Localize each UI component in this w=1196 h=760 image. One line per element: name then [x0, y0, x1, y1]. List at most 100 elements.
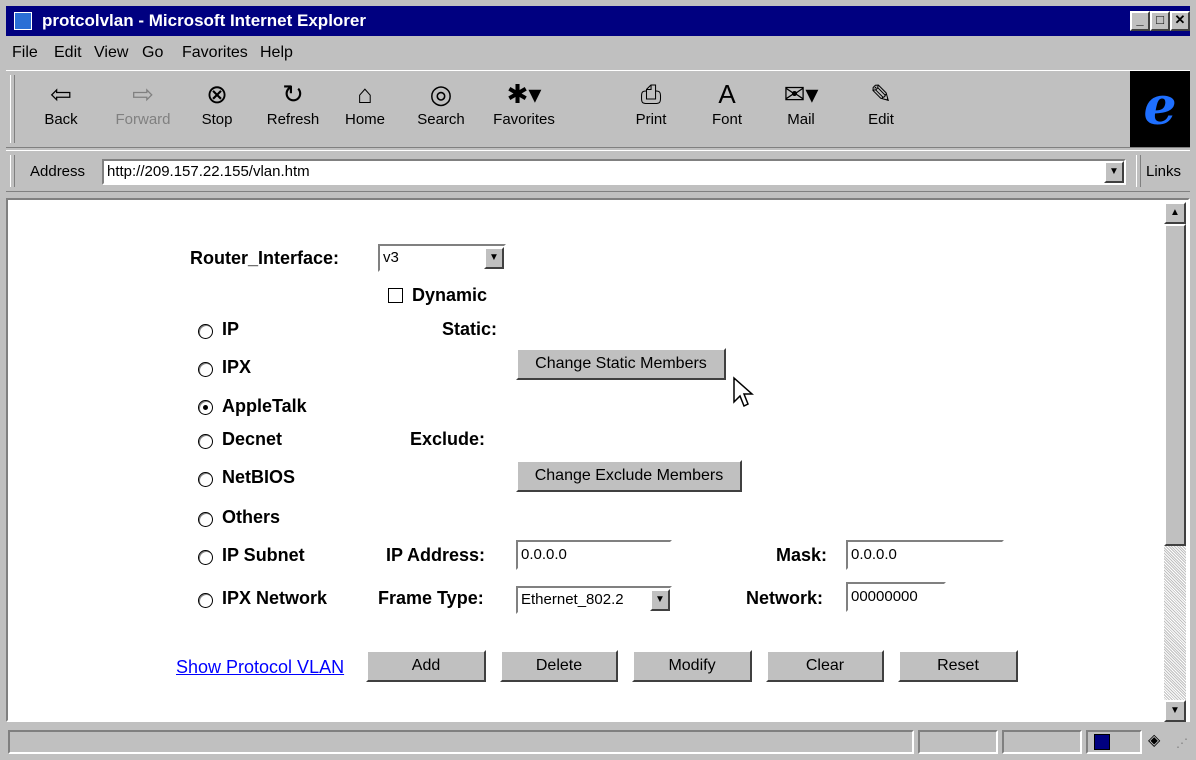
- edit-button[interactable]: ✎ Edit: [846, 77, 916, 143]
- protocol-label-netbios: NetBIOS: [222, 467, 296, 487]
- close-button[interactable]: ✕: [1170, 11, 1190, 31]
- add-button[interactable]: Add: [366, 650, 486, 682]
- frame-type-label: Frame Type:: [378, 588, 484, 608]
- security-zone-pane: [1086, 730, 1142, 754]
- ie-logo-icon: e: [1130, 71, 1190, 147]
- favorites-button[interactable]: ✱▾ Favorites: [482, 77, 566, 143]
- favorites-icon: ✱▾: [506, 79, 542, 109]
- router-interface-label: Router_Interface:: [190, 248, 340, 268]
- page-content: Router_Interface: v3 ▼ Dynamic IP Static…: [10, 202, 1168, 722]
- network-field[interactable]: 00000000: [846, 582, 946, 612]
- address-dropdown-button[interactable]: ▼: [1104, 161, 1124, 183]
- page-viewport: Router_Interface: v3 ▼ Dynamic IP Static…: [6, 198, 1190, 722]
- vertical-scrollbar[interactable]: ▲ ▼: [1164, 202, 1186, 722]
- menu-edit[interactable]: Edit: [54, 44, 82, 62]
- home-icon: ⌂: [357, 79, 373, 109]
- title-bar[interactable]: protcolvlan - Microsoft Internet Explore…: [6, 6, 1190, 36]
- modify-button[interactable]: Modify: [632, 650, 752, 682]
- maximize-button[interactable]: □: [1150, 11, 1170, 31]
- chevron-down-icon[interactable]: ▼: [650, 589, 670, 611]
- stop-icon: ⊗: [206, 79, 228, 109]
- protocol-label-appletalk: AppleTalk: [222, 396, 307, 416]
- address-input[interactable]: http://209.157.22.155/vlan.htm ▼: [102, 159, 1126, 185]
- radio-netbios[interactable]: [198, 472, 213, 487]
- ip-address-label: IP Address:: [386, 545, 486, 565]
- chevron-down-icon[interactable]: ▼: [484, 247, 504, 269]
- toolbar: ⇦ Back ⇨ Forward ⊗ Stop ↻ Refresh ⌂ Home ◎ Sea…: [6, 70, 1190, 148]
- forward-arrow-icon: ⇨: [132, 79, 154, 109]
- mouse-cursor-icon: [733, 376, 754, 408]
- menu-view[interactable]: View: [94, 44, 128, 62]
- exclude-label: Exclude:: [410, 429, 486, 449]
- change-static-members-button[interactable]: Change Static Members: [516, 348, 726, 380]
- status-text-pane: [8, 730, 914, 754]
- refresh-icon: ↻: [282, 79, 304, 109]
- links-button[interactable]: Links: [1146, 163, 1181, 180]
- delete-button[interactable]: Delete: [500, 650, 618, 682]
- protocol-label-ip-subnet: IP Subnet: [222, 545, 305, 565]
- radio-ipx-network[interactable]: [198, 593, 213, 608]
- status-pane-3: [1002, 730, 1082, 754]
- static-label: Static:: [442, 319, 498, 339]
- scroll-thumb[interactable]: [1164, 224, 1186, 546]
- protocol-label-ipx: IPX: [222, 357, 252, 377]
- scroll-down-button[interactable]: ▼: [1164, 700, 1186, 722]
- back-button[interactable]: ⇦ Back: [26, 77, 96, 143]
- toolbar-grip[interactable]: [10, 75, 15, 143]
- back-arrow-icon: ⇦: [50, 79, 72, 109]
- menu-help[interactable]: Help: [260, 44, 293, 62]
- protocol-label-ipx-network: IPX Network: [222, 588, 328, 608]
- show-protocol-vlan-link[interactable]: Show Protocol VLAN: [176, 657, 344, 678]
- menu-bar: File Edit View Go Favorites Help: [6, 38, 1190, 68]
- address-bar: Address http://209.157.22.155/vlan.htm ▼…: [6, 150, 1190, 192]
- mask-field[interactable]: 0.0.0.0: [846, 540, 1004, 570]
- links-grip[interactable]: [1136, 155, 1141, 187]
- print-button[interactable]: ⎙ Print: [616, 77, 686, 143]
- address-grip[interactable]: [10, 155, 15, 187]
- protocol-label-others: Others: [222, 507, 281, 527]
- radio-ipx[interactable]: [198, 362, 213, 377]
- scroll-up-button[interactable]: ▲: [1164, 202, 1186, 224]
- protocol-label-decnet: Decnet: [222, 429, 283, 449]
- search-button[interactable]: ◎ Search: [406, 77, 476, 143]
- home-button[interactable]: ⌂ Home: [330, 77, 400, 143]
- change-exclude-members-button[interactable]: Change Exclude Members: [516, 460, 742, 492]
- internet-zone-icon: ◈: [1148, 732, 1161, 749]
- resize-grip-icon[interactable]: ⋰: [1176, 736, 1188, 750]
- network-label: Network:: [746, 588, 824, 608]
- protocol-label-ip: IP: [222, 319, 240, 339]
- minimize-button[interactable]: _: [1130, 11, 1150, 31]
- forward-button[interactable]: ⇨ Forward: [108, 77, 178, 143]
- dynamic-checkbox[interactable]: [388, 288, 403, 303]
- refresh-button[interactable]: ↻ Refresh: [258, 77, 328, 143]
- address-label: Address: [30, 163, 86, 180]
- radio-ip[interactable]: [198, 324, 213, 339]
- frame-type-select[interactable]: Ethernet_802.2 ▼: [516, 586, 672, 614]
- clear-button[interactable]: Clear: [766, 650, 884, 682]
- mask-label: Mask:: [776, 545, 828, 565]
- print-icon: ⎙: [640, 79, 662, 109]
- menu-file[interactable]: File: [12, 44, 38, 62]
- reset-button[interactable]: Reset: [898, 650, 1018, 682]
- font-icon: A: [718, 79, 736, 109]
- menu-go[interactable]: Go: [142, 44, 163, 62]
- stop-button[interactable]: ⊗ Stop: [182, 77, 252, 143]
- radio-appletalk[interactable]: [198, 400, 213, 415]
- mail-button[interactable]: ✉▾ Mail: [766, 77, 836, 143]
- radio-ip-subnet[interactable]: [198, 550, 213, 565]
- dynamic-label: Dynamic: [412, 285, 488, 305]
- app-icon: [14, 12, 32, 30]
- address-url: http://209.157.22.155/vlan.htm: [107, 163, 310, 180]
- edit-icon: ✎: [870, 79, 892, 109]
- zone-icon: [1094, 734, 1110, 750]
- status-pane-2: [918, 730, 998, 754]
- font-button[interactable]: A Font: [692, 77, 762, 143]
- radio-decnet[interactable]: [198, 434, 213, 449]
- radio-others[interactable]: [198, 512, 213, 527]
- status-bar: ◈ ⋰: [6, 726, 1190, 756]
- ip-address-field[interactable]: 0.0.0.0: [516, 540, 672, 570]
- menu-favorites[interactable]: Favorites: [182, 44, 248, 62]
- search-icon: ◎: [429, 79, 453, 109]
- mail-icon: ✉▾: [783, 79, 819, 109]
- router-interface-select[interactable]: v3 ▼: [378, 244, 506, 272]
